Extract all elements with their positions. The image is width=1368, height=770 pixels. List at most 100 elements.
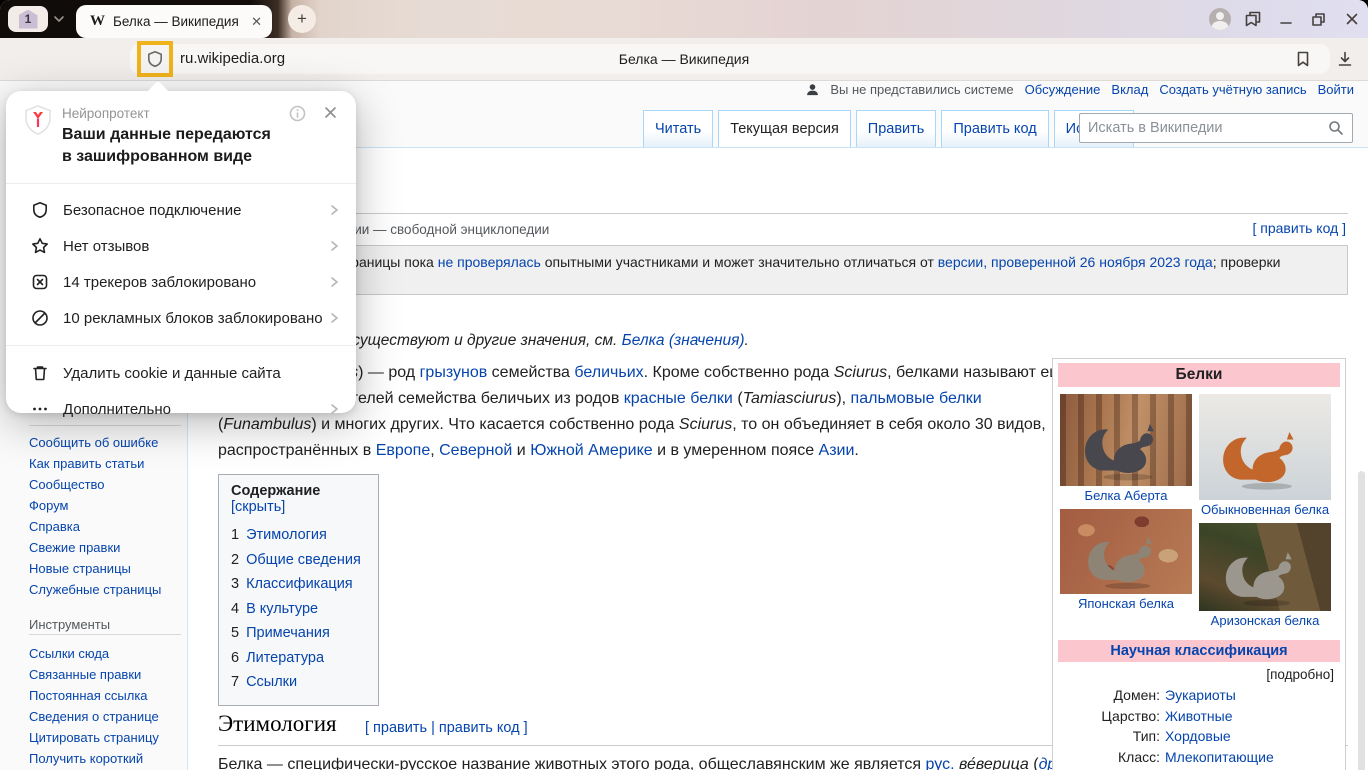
squirrel-photo-aberta[interactable] — [1060, 394, 1192, 486]
minimize-button[interactable] — [1269, 0, 1302, 38]
personal-link-login[interactable]: Войти — [1318, 82, 1354, 97]
toc-item: 1Этимология — [231, 523, 366, 548]
classification-table: Домен:Эукариоты Царство:Животные Тип:Хор… — [1056, 685, 1342, 770]
sidebar-link[interactable]: Свежие правки — [29, 540, 120, 555]
sidebar-link[interactable]: Справка — [29, 519, 80, 534]
popup-header: Нейропротект Ваши данные передаютсяв заш… — [6, 91, 356, 183]
address-bar-page-title: Белка — Википедия — [300, 51, 1068, 67]
chevron-right-icon — [328, 403, 340, 415]
popup-item-trackers-blocked[interactable]: 14 трекеров заблокировано — [6, 264, 356, 300]
sidebar-link[interactable]: Получить короткий — [29, 751, 143, 766]
browser-tab[interactable]: W Белка — Википедия ✕ — [76, 5, 272, 38]
photo-caption[interactable]: Японская белка — [1060, 594, 1192, 617]
url-text[interactable]: ru.wikipedia.org — [180, 50, 285, 67]
more-dots-icon — [31, 400, 49, 418]
toc-item: 6Литература — [231, 646, 366, 671]
popup-item-delete-cookies[interactable]: Удалить cookie и данные сайта — [6, 355, 356, 391]
section-edit-links[interactable]: [ править | править код ] — [365, 720, 528, 736]
sidebar-link[interactable]: Постоянная ссылка — [29, 688, 148, 703]
chevron-right-icon — [328, 204, 340, 216]
tab-edit[interactable]: Править — [856, 110, 937, 147]
sidebar-link[interactable]: Связанные правки — [29, 667, 141, 682]
popup-item-reviews[interactable]: Нет отзывов — [6, 228, 356, 264]
downloads-icon[interactable] — [1333, 47, 1357, 71]
sidebar-link[interactable]: Новые страницы — [29, 561, 131, 576]
sidebar-divider — [29, 634, 181, 635]
squirrel-illustration — [1076, 410, 1176, 484]
popup-item-ads-blocked[interactable]: 10 рекламных блоков заблокировано — [6, 300, 356, 336]
tab-title: Белка — Википедия — [113, 14, 245, 29]
popup-item-more[interactable]: Дополнительно — [6, 391, 356, 427]
close-window-button[interactable] — [1335, 0, 1368, 38]
toc-item: 2Общие сведения — [231, 548, 366, 573]
squirrel-illustration — [1215, 539, 1315, 609]
adblock-icon — [31, 309, 49, 327]
squirrel-photo-arizona[interactable] — [1199, 523, 1331, 611]
personal-link-contributions[interactable]: Вклад — [1111, 82, 1148, 97]
divider — [6, 183, 356, 184]
taxobox-title: Белки — [1058, 363, 1340, 387]
sidebar-link[interactable]: Сведения о странице — [29, 709, 159, 724]
star-icon — [31, 237, 49, 255]
squirrel-photo-japanese[interactable] — [1060, 509, 1192, 594]
table-of-contents: Содержание [скрыть] 1Этимология 2Общие с… — [218, 474, 379, 706]
photo-caption[interactable]: Обыкновенная белка — [1199, 500, 1331, 523]
tab-current-version[interactable]: Текущая версия — [718, 110, 851, 147]
edit-source-link-top[interactable]: [ править код ] — [1253, 220, 1347, 236]
tab-read[interactable]: Читать — [643, 110, 713, 147]
popup-brand: Нейропротект — [62, 106, 150, 121]
tab-edit-source[interactable]: Править код — [941, 110, 1048, 147]
tracker-blocked-icon — [31, 273, 49, 291]
photo-caption[interactable]: Белка Аберта — [1060, 486, 1192, 509]
sidebar-link[interactable]: Сообщить об ошибке — [29, 435, 158, 450]
sidebar-link[interactable]: Служебные страницы — [29, 582, 161, 597]
profile-avatar[interactable] — [1203, 0, 1236, 38]
chevron-right-icon — [328, 240, 340, 252]
tab-close-icon[interactable]: ✕ — [251, 14, 262, 30]
sidebar-tools-heading: Инструменты — [29, 617, 110, 632]
squirrel-photo-red[interactable] — [1199, 394, 1331, 500]
article-title-rule — [218, 213, 1348, 214]
search-icon[interactable] — [1328, 120, 1344, 136]
chevron-down-icon[interactable] — [52, 12, 66, 26]
popup-close-icon[interactable] — [323, 105, 338, 120]
personal-link-talk[interactable]: Обсуждение — [1025, 82, 1101, 97]
browser-window: 1 W Белка — Википедия ✕ + — [0, 0, 1368, 770]
restore-button[interactable] — [1302, 0, 1335, 38]
toc-item: 7Ссылки — [231, 670, 366, 695]
wiki-search-box[interactable] — [1079, 113, 1353, 143]
side-panel-icon[interactable] — [1236, 0, 1269, 38]
tab-group-count: 1 — [19, 10, 38, 29]
popup-item-secure-connection[interactable]: Безопасное подключение — [6, 192, 356, 228]
shield-icon — [31, 201, 49, 219]
not-logged-in-note: Вы не представились системе — [830, 82, 1013, 97]
personal-link-create-account[interactable]: Создать учётную запись — [1159, 82, 1306, 97]
toc-title: Содержание — [231, 483, 320, 499]
protect-popup: Нейропротект Ваши данные передаютсяв заш… — [6, 91, 356, 413]
unreviewed-version-notice: Текущая версия страницы пока не проверял… — [218, 245, 1348, 295]
user-icon — [806, 83, 819, 96]
classification-details-link[interactable]: [подробно] — [1056, 662, 1342, 685]
popup-title: Ваши данные передаютсяв зашифрованном ви… — [62, 124, 271, 168]
new-tab-button[interactable]: + — [288, 5, 316, 33]
article-tabs: Читать Текущая версия Править Править ко… — [643, 110, 1139, 147]
taxobox: Белки Белка Аберта Японская белка — [1052, 358, 1346, 770]
sidebar-link[interactable]: Форум — [29, 498, 69, 513]
sidebar-link[interactable]: Цитировать страницу — [29, 730, 159, 745]
tab-group-badge[interactable]: 1 — [8, 6, 48, 32]
toc-hide-link[interactable]: [скрыть] — [231, 499, 285, 515]
lead-line: распространённых в Европе, Северной и Юж… — [218, 438, 1071, 464]
toc-item: 3Классификация — [231, 572, 366, 597]
page-scrollbar[interactable] — [1358, 471, 1365, 770]
protect-shield-highlight[interactable] — [137, 41, 173, 77]
trash-icon — [31, 364, 49, 382]
sidebar-link[interactable]: Как править статьи — [29, 456, 144, 471]
photo-caption[interactable]: Аризонская белка — [1199, 611, 1331, 634]
wikipedia-favicon: W — [90, 13, 105, 30]
sidebar-link[interactable]: Сообщество — [29, 477, 105, 492]
chevron-right-icon — [328, 276, 340, 288]
bookmark-icon[interactable] — [1291, 47, 1315, 71]
info-icon[interactable] — [289, 105, 306, 122]
search-input[interactable] — [1080, 120, 1328, 136]
sidebar-link[interactable]: Ссылки сюда — [29, 646, 109, 661]
